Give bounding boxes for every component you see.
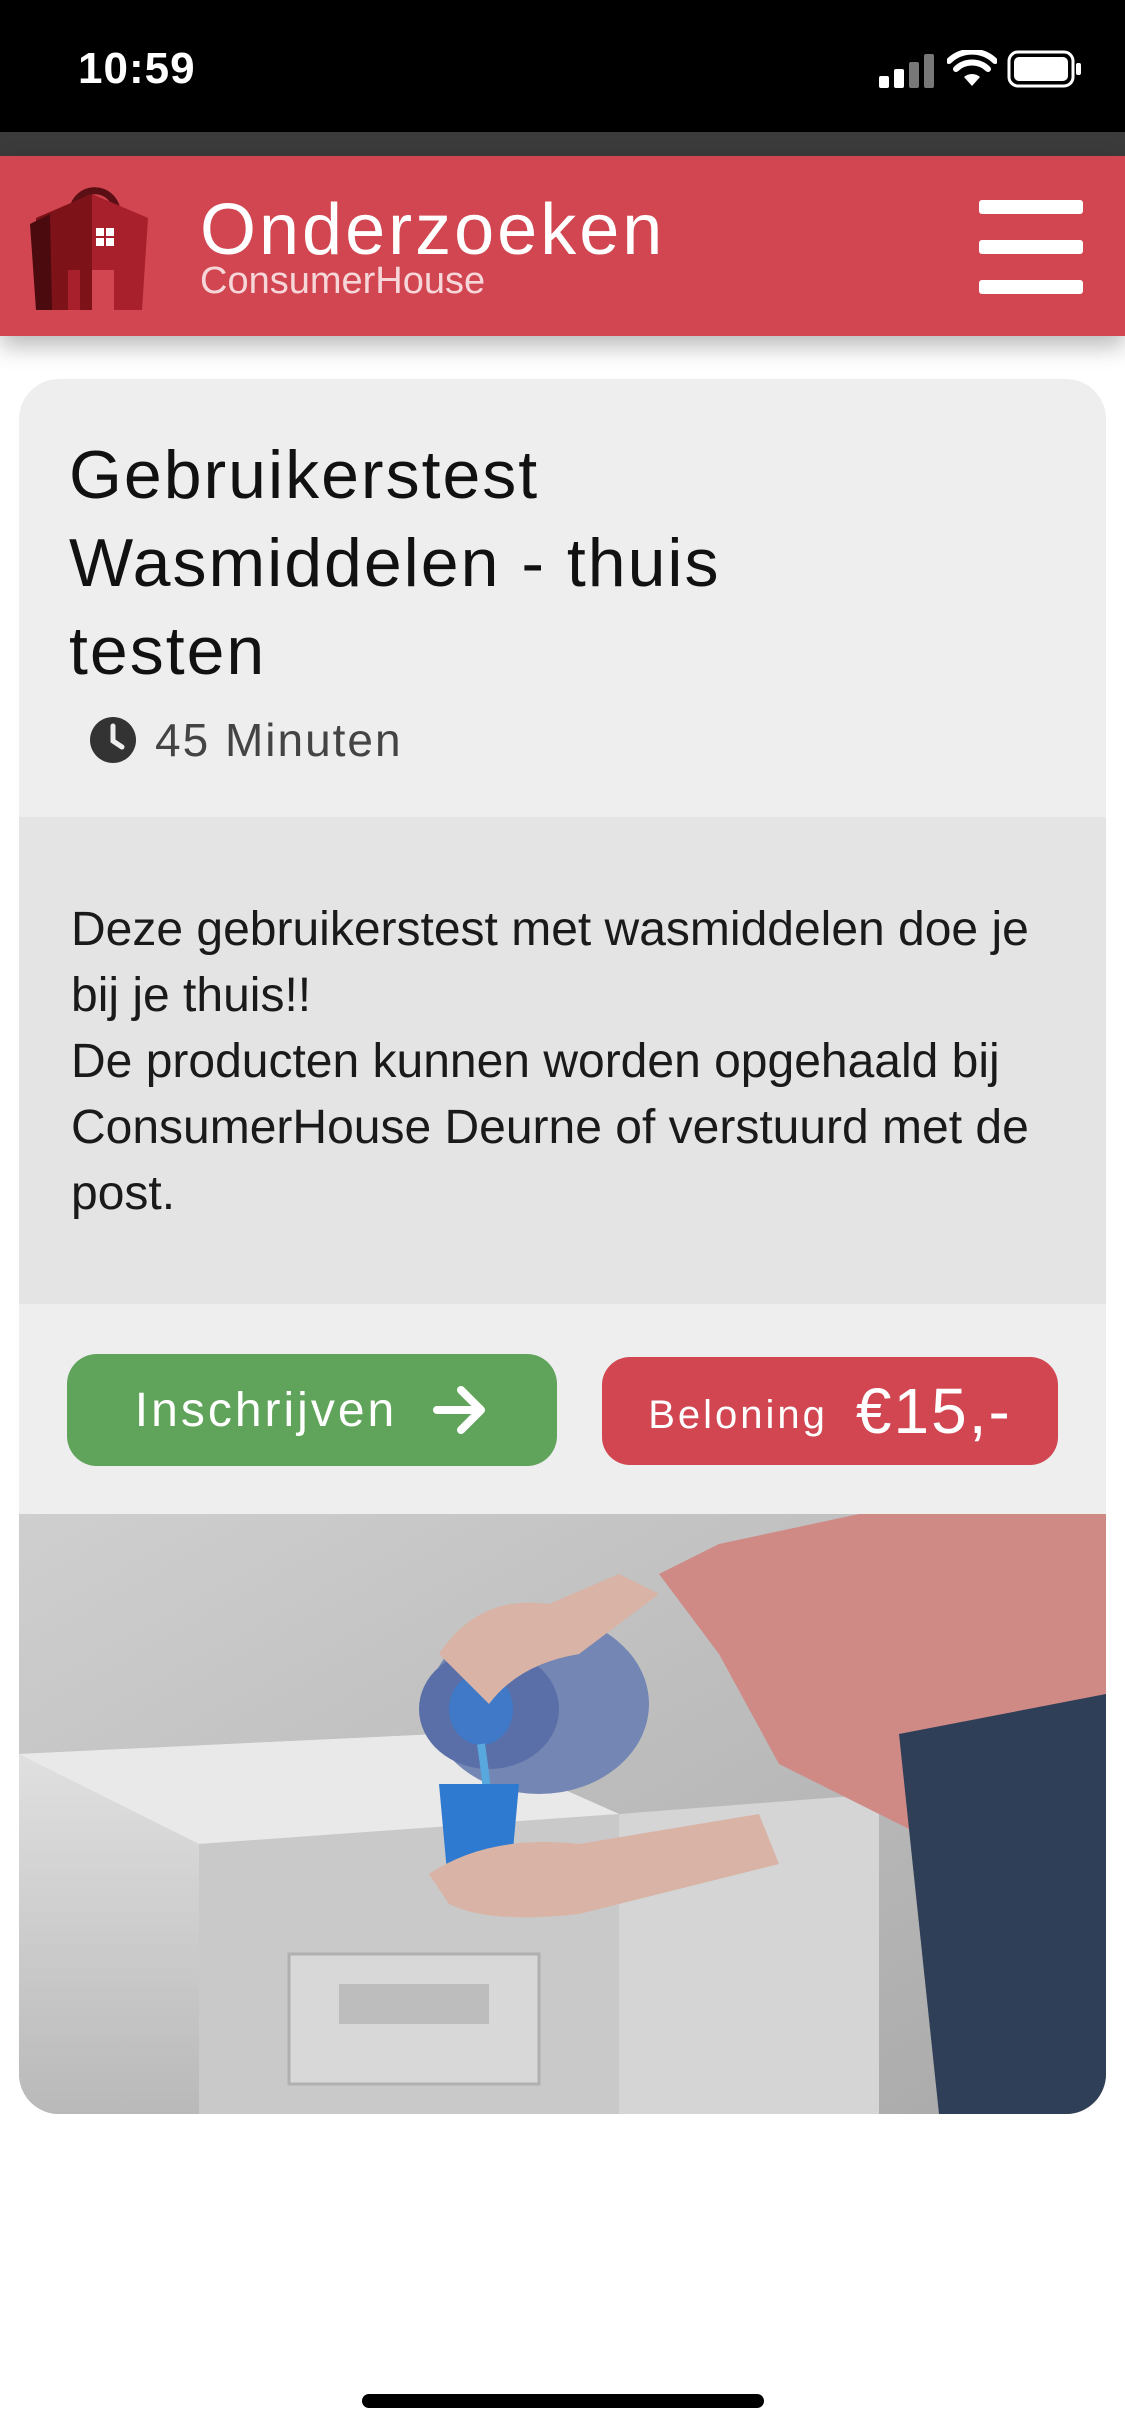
arrow-right-icon bbox=[433, 1386, 486, 1434]
status-icons bbox=[879, 50, 1081, 90]
reward-amount: €15,- bbox=[855, 1375, 1012, 1447]
signup-button[interactable]: Inschrijven bbox=[67, 1354, 557, 1466]
cellular-signal-icon bbox=[879, 54, 934, 88]
app-header: Onderzoeken ConsumerHouse bbox=[0, 156, 1125, 336]
brand-title: Onderzoeken bbox=[200, 190, 666, 270]
duration-text: 45 Minuten bbox=[155, 714, 403, 766]
battery-icon bbox=[1007, 50, 1081, 88]
signup-button-label: Inschrijven bbox=[134, 1383, 398, 1437]
duration-row: 45 Minuten bbox=[89, 712, 403, 768]
status-time: 10:59 bbox=[78, 44, 196, 93]
survey-title: Gebruikerstest Wasmiddelen - thuis teste… bbox=[69, 437, 721, 689]
header-top-strip bbox=[0, 132, 1125, 156]
survey-card: Gebruikerstest Wasmiddelen - thuis teste… bbox=[19, 379, 1106, 2114]
survey-description: Deze gebruikerstest met wasmiddelen doe … bbox=[71, 903, 1029, 1220]
wifi-icon bbox=[947, 50, 997, 86]
description-section: Deze gebruikerstest met wasmiddelen doe … bbox=[19, 817, 1106, 1304]
reward-badge: Beloning €15,- bbox=[602, 1357, 1058, 1465]
reward-label: Beloning bbox=[648, 1392, 828, 1437]
survey-photo bbox=[19, 1514, 1106, 2114]
hamburger-menu-icon[interactable] bbox=[979, 200, 1083, 296]
brand-subtitle: ConsumerHouse bbox=[200, 260, 486, 302]
clock-icon bbox=[90, 717, 136, 763]
status-bar: 10:59 bbox=[0, 0, 1125, 132]
consumerhouse-logo-icon bbox=[30, 187, 148, 310]
home-indicator[interactable] bbox=[362, 2394, 764, 2408]
